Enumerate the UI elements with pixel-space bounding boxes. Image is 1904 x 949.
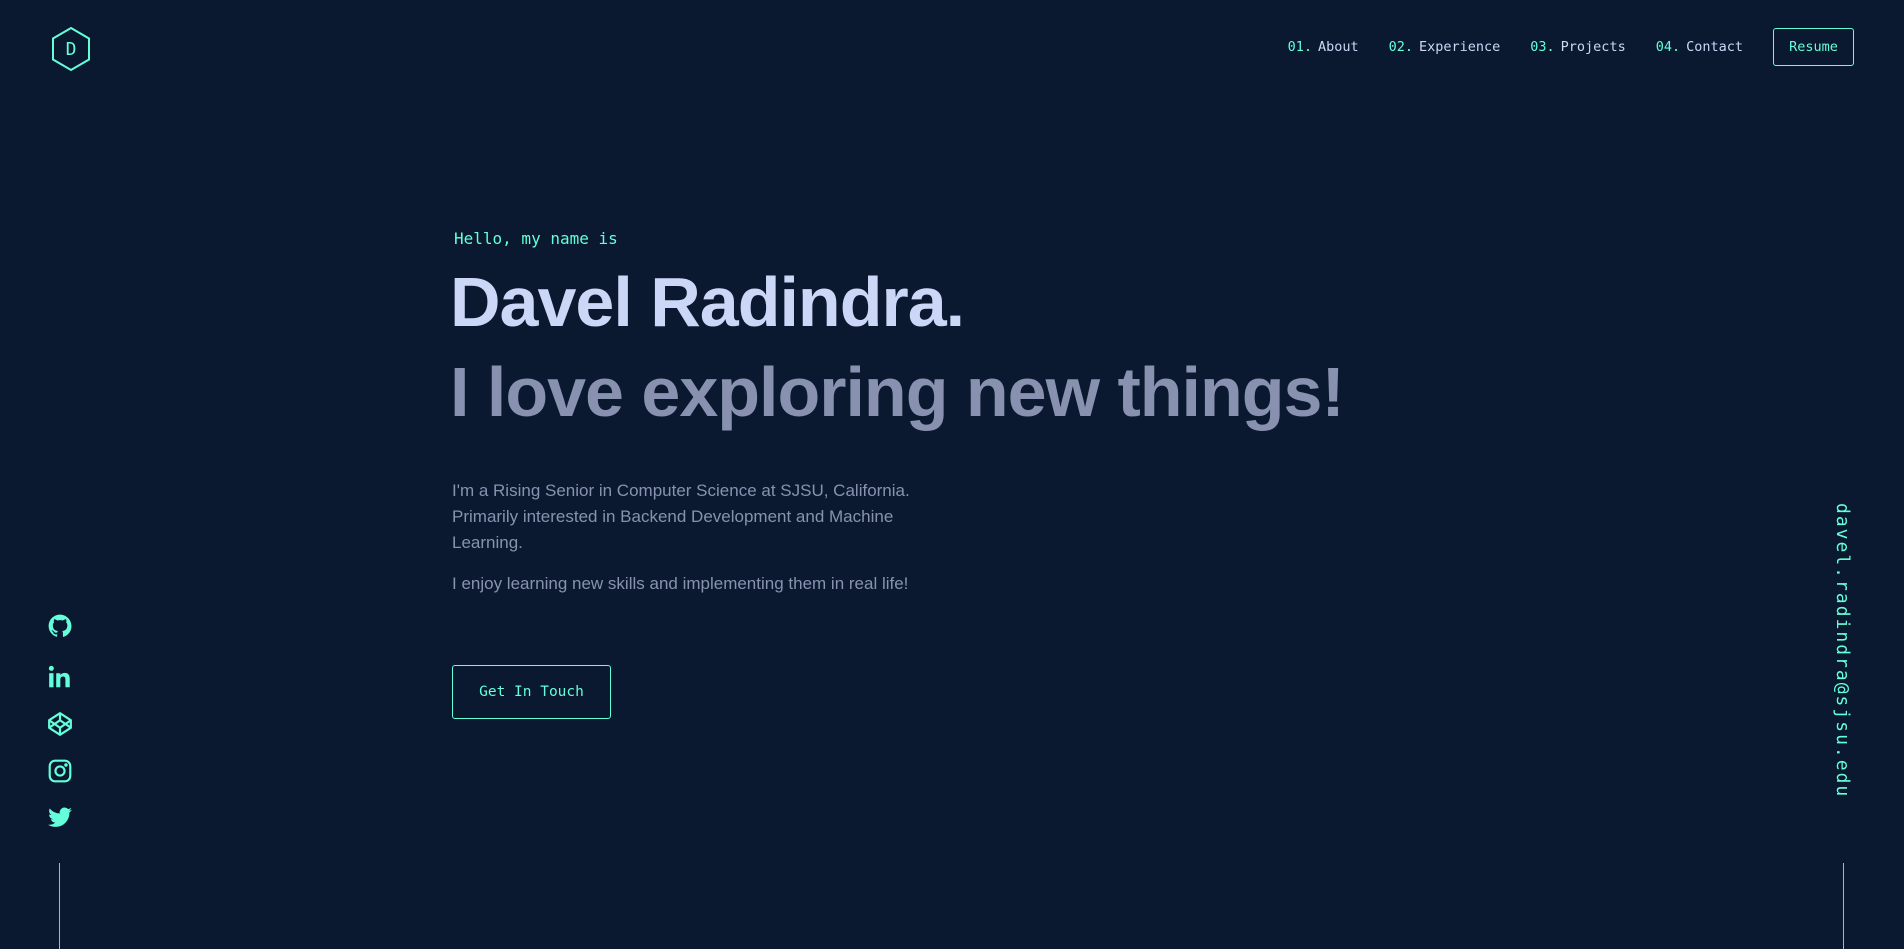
nav-item-contact[interactable]: 04. Contact [1656, 39, 1743, 55]
left-divider-line [59, 863, 60, 949]
hero-name: Davel Radindra. [450, 263, 965, 341]
nav-item-projects[interactable]: 03. Projects [1530, 39, 1625, 55]
get-in-touch-button[interactable]: Get In Touch [452, 665, 611, 719]
github-icon[interactable] [46, 612, 74, 640]
nav-label: About [1317, 39, 1359, 55]
nav-number: 03. [1530, 39, 1555, 55]
nav-item-experience[interactable]: 02. Experience [1389, 39, 1501, 55]
nav-number: 01. [1287, 39, 1312, 55]
instagram-icon[interactable] [46, 757, 74, 785]
nav-label: Contact [1686, 39, 1743, 55]
nav-item-about[interactable]: 01. About [1288, 39, 1359, 55]
nav-number: 02. [1388, 39, 1413, 55]
hero-greeting: Hello, my name is [454, 229, 618, 248]
nav-label: Projects [1560, 39, 1626, 55]
logo-letter: D [65, 38, 77, 60]
linkedin-icon[interactable] [46, 663, 74, 691]
bio-paragraph: I'm a Rising Senior in Computer Science … [452, 481, 910, 552]
right-divider-line [1843, 863, 1844, 949]
nav-number: 04. [1655, 39, 1681, 55]
top-nav: 01. About 02. Experience 03. Projects 04. Co… [1288, 28, 1854, 66]
email-link[interactable]: davel.radindra@sjsu.edu [1832, 503, 1853, 798]
bio-paragraph: I enjoy learning new skills and implemen… [452, 574, 909, 593]
codepen-icon[interactable] [46, 710, 74, 738]
logo[interactable]: D [50, 26, 92, 72]
nav-label: Experience [1419, 39, 1501, 55]
resume-button[interactable]: Resume [1773, 28, 1854, 66]
twitter-icon[interactable] [46, 804, 74, 832]
hero-bio: I'm a Rising Senior in Computer Science … [452, 478, 942, 612]
hero-tagline: I love exploring new things! [450, 353, 1345, 431]
